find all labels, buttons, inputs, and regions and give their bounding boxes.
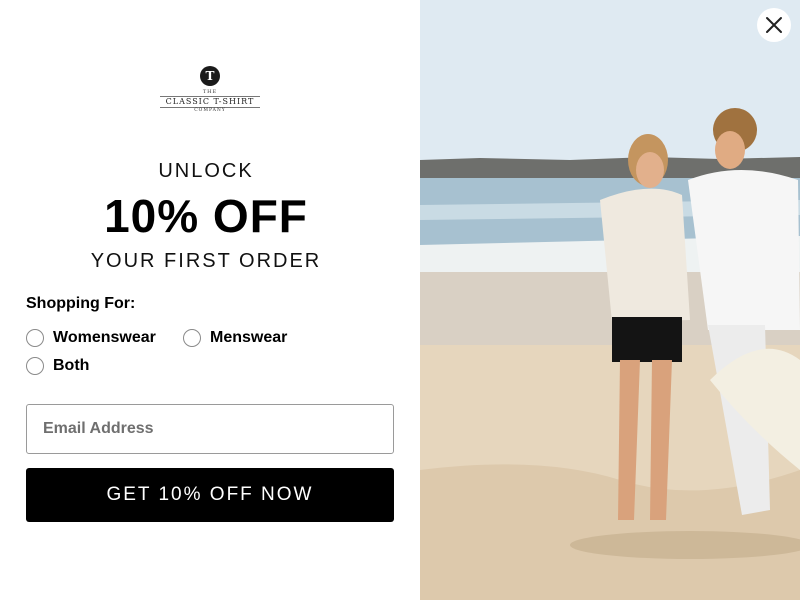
shopping-for-label: Shopping For: [26,295,136,312]
radio-icon[interactable] [26,329,44,347]
unlock-text: UNLOCK [158,160,254,182]
logo-company-text: COMPANY [194,108,226,113]
radio-label-menswear: Menswear [210,329,288,346]
get-discount-button[interactable]: GET 10% OFF NOW [26,468,394,522]
close-button[interactable] [757,8,791,42]
close-icon [766,17,782,33]
radio-icon[interactable] [183,329,201,347]
beach-photo [420,0,800,600]
logo-name-text: CLASSIC T-SHIRT [160,96,260,108]
discount-headline: 10% OFF [104,190,308,242]
logo-t-icon: T [200,66,220,86]
brand-logo: T THE CLASSIC T-SHIRT COMPANY [160,66,260,118]
logo-the-text: THE [202,89,218,95]
radio-label-womenswear: Womenswear [53,329,156,346]
radio-womenswear[interactable]: Womenswear [26,329,156,347]
beach-couple-image [420,0,800,600]
radio-label-both: Both [53,357,90,374]
radio-icon[interactable] [26,357,44,375]
radio-both[interactable]: Both [26,357,89,375]
first-order-text: YOUR FIRST ORDER [90,250,322,272]
signup-panel: T THE CLASSIC T-SHIRT COMPANY UNLOCK 10%… [0,0,420,600]
radio-menswear[interactable]: Menswear [183,329,287,347]
email-field[interactable] [26,404,394,454]
